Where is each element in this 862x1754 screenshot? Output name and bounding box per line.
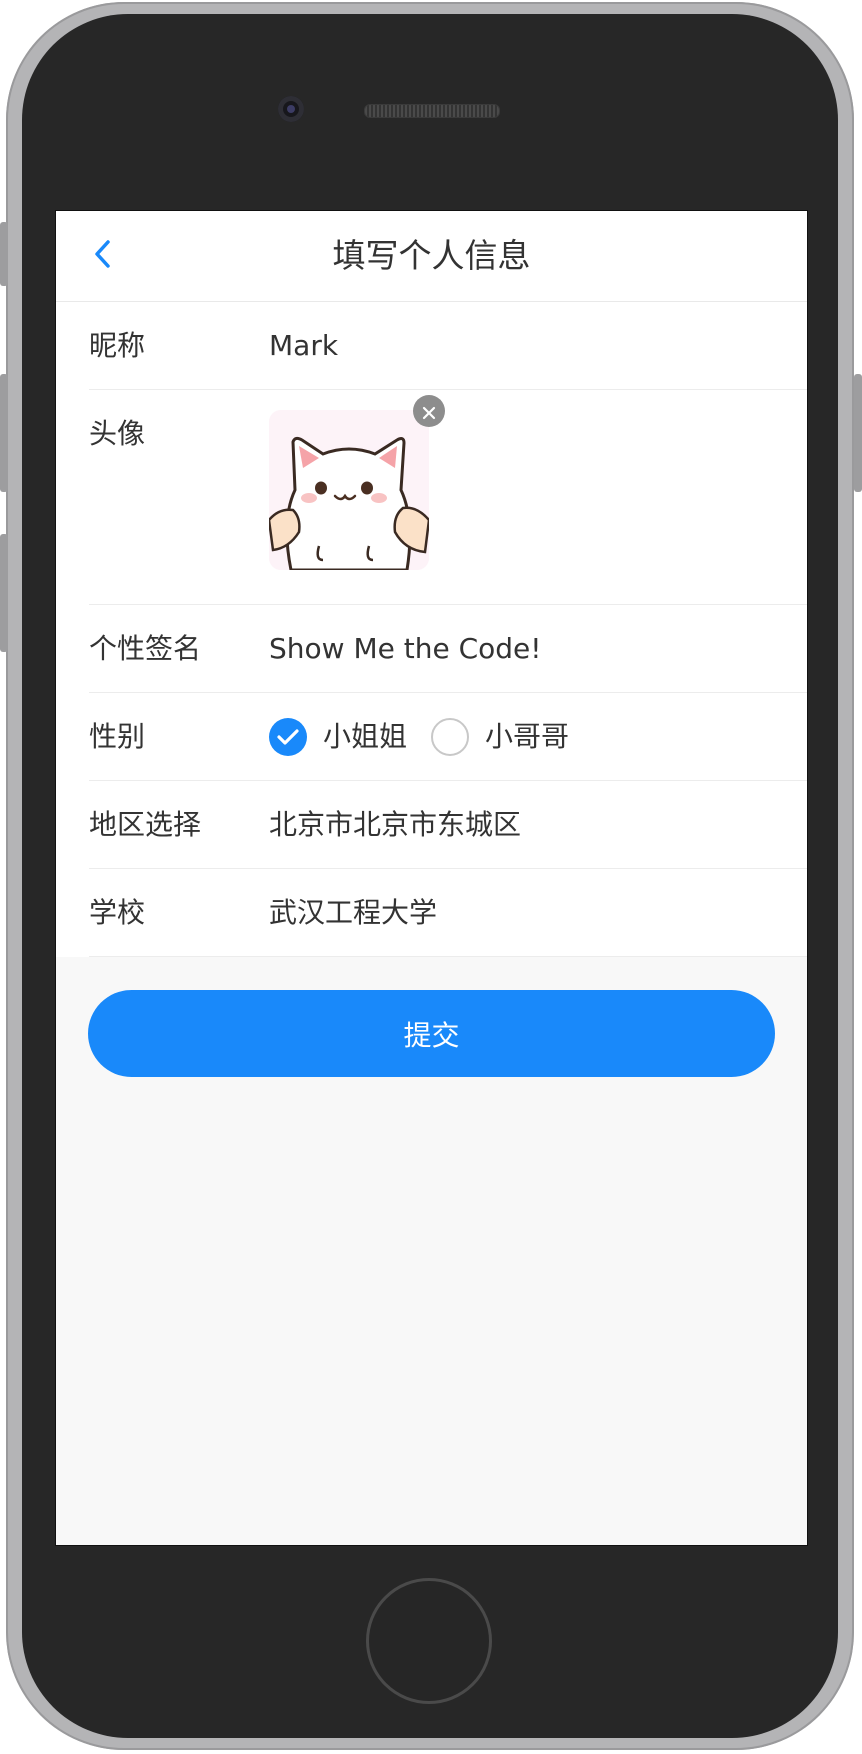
mute-switch (0, 222, 8, 286)
nickname-row: 昵称 Mark (89, 302, 807, 390)
avatar-row: 头像 (89, 390, 807, 605)
nickname-label: 昵称 (89, 329, 146, 362)
home-button[interactable] (366, 1578, 492, 1704)
earpiece-speaker (364, 104, 500, 118)
profile-form: 昵称 Mark 头像 个性签名 Show Me the Code! 性别 小姐姐… (56, 302, 807, 957)
school-field[interactable]: 武汉工程大学 (269, 869, 807, 956)
region-label: 地区选择 (89, 808, 202, 841)
unchecked-radio-icon[interactable] (431, 717, 470, 756)
signature-row: 个性签名 Show Me the Code! (89, 605, 807, 693)
gender-option-male[interactable]: 小哥哥 (431, 693, 569, 780)
avatar-image[interactable] (269, 410, 429, 570)
gender-option-label: 小哥哥 (485, 720, 570, 753)
volume-up-button (0, 374, 8, 492)
avatar-label: 头像 (89, 417, 146, 450)
avatar-uploader[interactable] (269, 395, 445, 572)
signature-label: 个性签名 (89, 632, 202, 665)
gender-radio-group: 小姐姐 小哥哥 (269, 693, 807, 780)
school-row: 学校 武汉工程大学 (89, 869, 807, 957)
school-label: 学校 (89, 896, 146, 929)
nickname-field[interactable]: Mark (269, 302, 807, 389)
front-camera (278, 96, 304, 122)
avatar-remove-button[interactable] (413, 395, 445, 427)
submit-area: 提交 (56, 957, 807, 1077)
gender-option-female[interactable]: 小姐姐 (269, 693, 407, 780)
back-button[interactable] (86, 239, 120, 273)
close-icon (421, 368, 437, 455)
checked-radio-icon[interactable] (269, 717, 307, 756)
region-picker[interactable]: 北京市北京市东城区 (269, 781, 807, 868)
chevron-left-icon (93, 239, 113, 273)
app-screen: 填写个人信息 昵称 Mark 头像 个性签名 Show Me the Code!… (55, 210, 808, 1546)
submit-button[interactable]: 提交 (88, 990, 775, 1077)
region-row: 地区选择 北京市北京市东城区 (89, 781, 807, 869)
gender-option-label: 小姐姐 (323, 720, 408, 753)
page-title: 填写个人信息 (332, 236, 531, 275)
gender-label: 性别 (89, 720, 146, 753)
volume-down-button (0, 534, 8, 652)
signature-field[interactable]: Show Me the Code! (269, 605, 807, 692)
nav-bar: 填写个人信息 (56, 211, 807, 302)
power-button (854, 374, 862, 492)
gender-row: 性别 小姐姐 小哥哥 (89, 693, 807, 781)
